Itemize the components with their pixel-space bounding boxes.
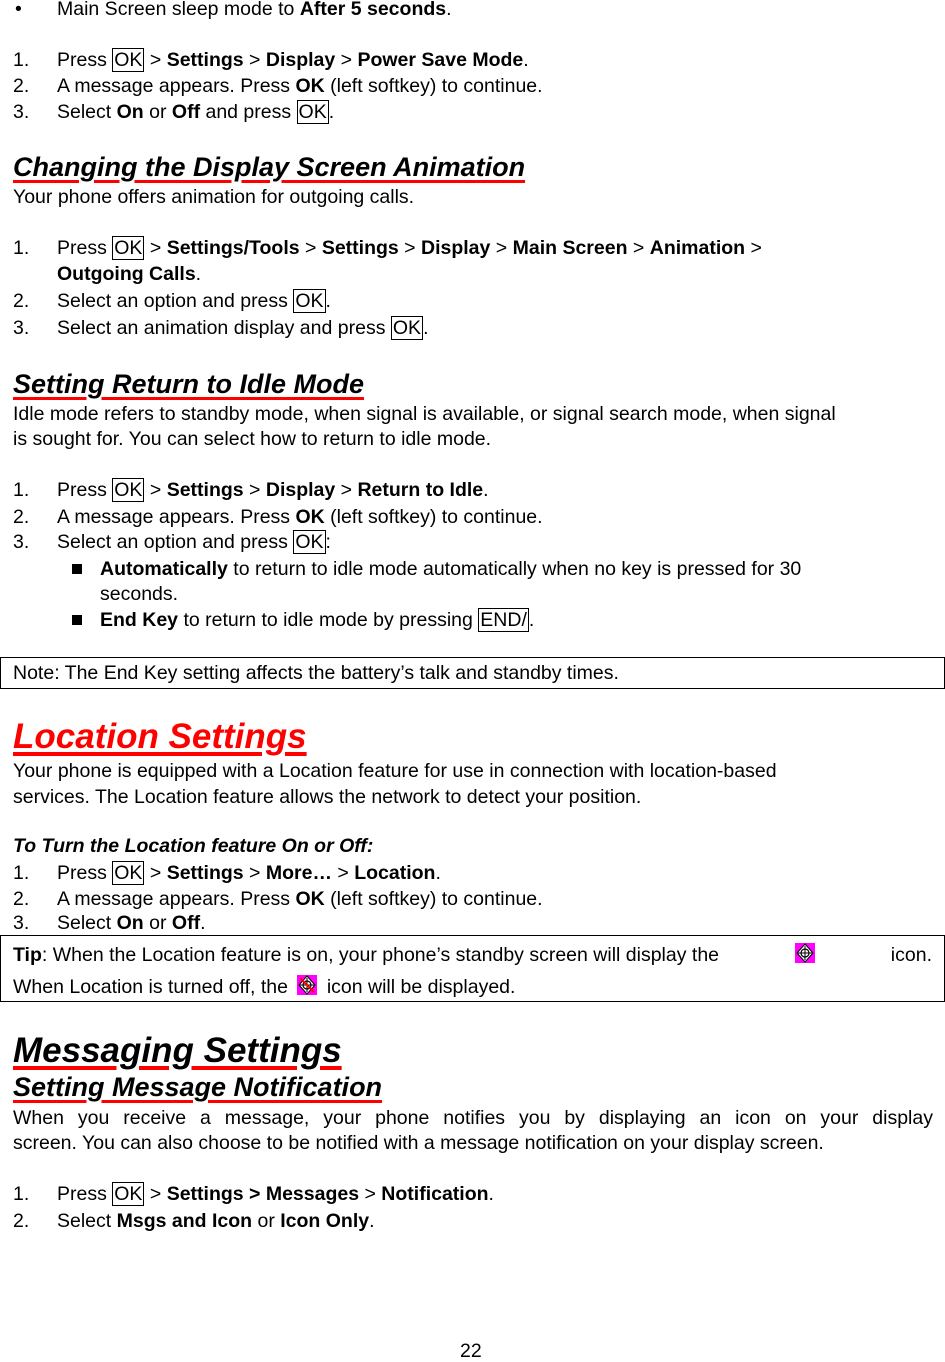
ok-key: OK bbox=[112, 478, 145, 502]
messaging-intro-1: When you receive a message, your phone n… bbox=[13, 1107, 933, 1129]
ok-key: OK bbox=[293, 289, 326, 313]
message-notification-heading: Setting Message Notification bbox=[13, 1072, 383, 1102]
square-bullet bbox=[72, 615, 82, 625]
messaging-intro-2: screen. You can also choose to be notifi… bbox=[13, 1132, 824, 1154]
bullet-dot: • bbox=[15, 0, 22, 20]
idle-option-end-key: End Key to return to idle mode by pressi… bbox=[100, 608, 535, 632]
ok-key: OK bbox=[296, 100, 329, 124]
ok-key: OK bbox=[390, 316, 424, 340]
messaging-heading: Messaging Settings bbox=[13, 1031, 342, 1070]
tip-box: Tip: When the Location feature is on, yo… bbox=[0, 935, 945, 1002]
idle-option-automatically-cont: seconds. bbox=[100, 583, 179, 605]
ok-key: OK bbox=[112, 236, 145, 260]
ok-key: OK bbox=[112, 1182, 145, 1206]
location-on-icon bbox=[794, 943, 815, 963]
ok-key: OK bbox=[293, 530, 326, 554]
ok-key: OK bbox=[112, 861, 145, 885]
idle-option-automatically: Automatically to return to idle mode aut… bbox=[100, 558, 802, 580]
tip-line-2: When Location is turned off, the icon wi… bbox=[13, 975, 516, 998]
idle-heading: Setting Return to Idle Mode bbox=[13, 369, 364, 399]
tip-line-1: Tip: When the Location feature is on, yo… bbox=[13, 943, 932, 966]
animation-heading: Changing the Display Screen Animation bbox=[13, 152, 526, 182]
square-bullet bbox=[72, 564, 82, 574]
animation-intro: Your phone offers animation for outgoing… bbox=[13, 186, 415, 208]
location-heading: Location Settings bbox=[13, 717, 307, 756]
idle-intro-1: Idle mode refers to standby mode, when s… bbox=[13, 403, 836, 425]
end-key: END/ bbox=[478, 608, 529, 632]
page-number: 22 bbox=[460, 1340, 482, 1362]
location-subheading: To Turn the Location feature On or Off: bbox=[13, 835, 374, 857]
note-box: Note: The End Key setting affects the ba… bbox=[0, 657, 945, 689]
location-intro-1: Your phone is equipped with a Location f… bbox=[13, 760, 777, 782]
location-off-icon bbox=[297, 975, 318, 995]
idle-intro-2: is sought for. You can select how to ret… bbox=[13, 428, 492, 450]
location-intro-2: services. The Location feature allows th… bbox=[13, 786, 642, 808]
ok-key: OK bbox=[112, 48, 145, 72]
